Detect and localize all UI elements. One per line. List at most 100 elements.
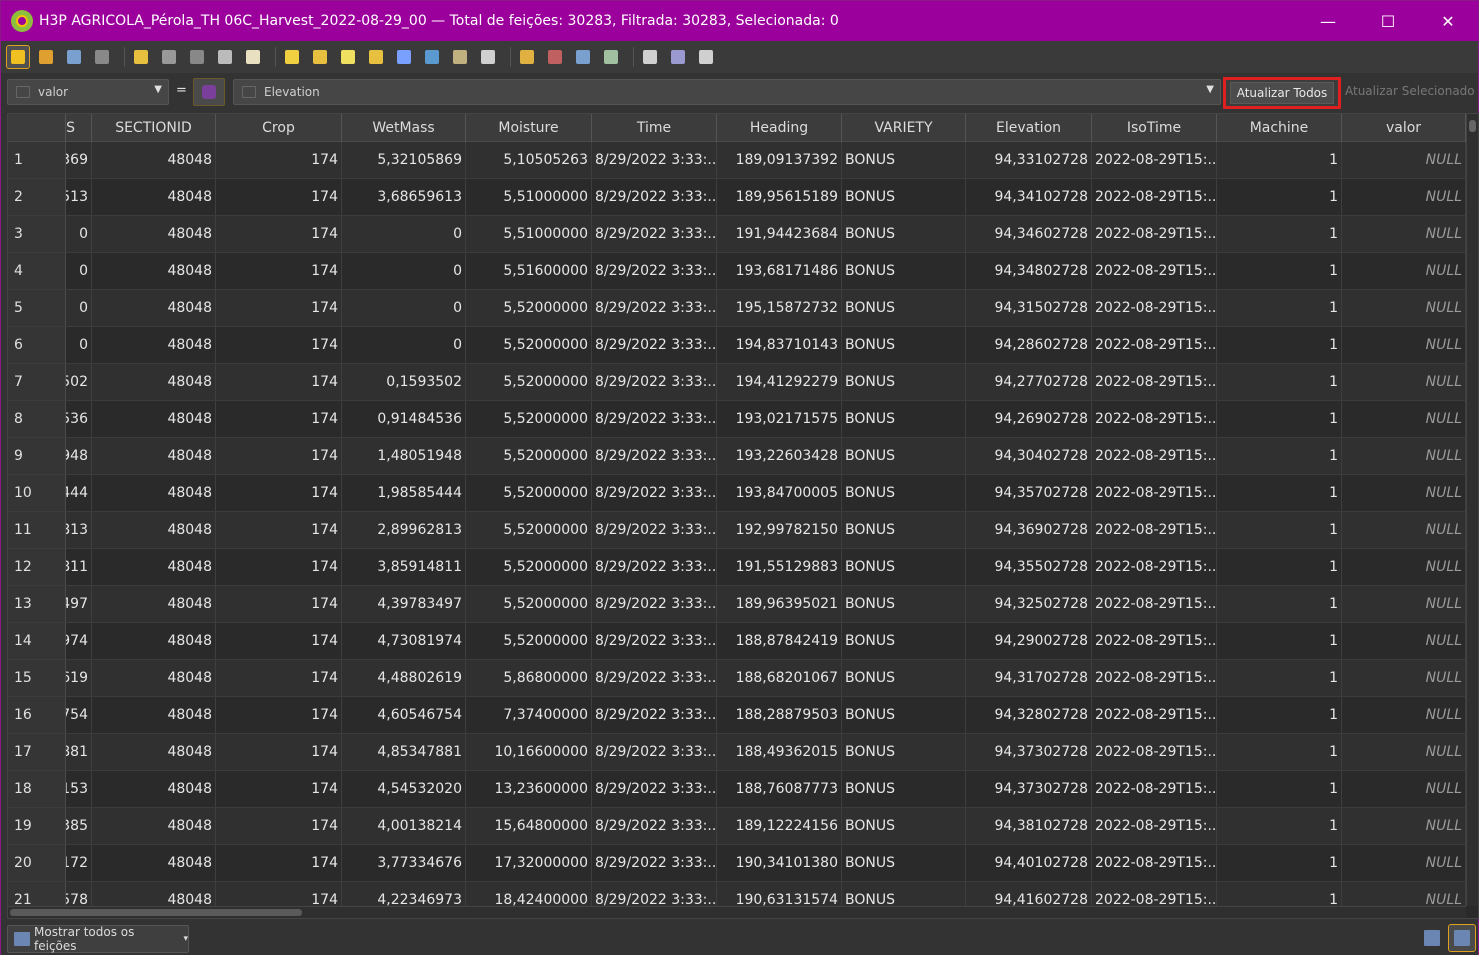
table-row[interactable]: 9948480481741,480519485,520000008/29/202…: [8, 438, 1466, 475]
select-all-button[interactable]: [309, 46, 331, 68]
table-cell-wetmass[interactable]: 3,77334676: [342, 845, 466, 881]
table-cell-valor[interactable]: NULL: [1342, 475, 1466, 511]
invert-selection-button[interactable]: [337, 46, 359, 68]
table-row[interactable]: 14974480481744,730819745,520000008/29/20…: [8, 623, 1466, 660]
pan-to-selection-button[interactable]: [449, 46, 471, 68]
column-header-moisture[interactable]: Moisture: [466, 114, 592, 142]
minimize-button[interactable]: —: [1298, 1, 1358, 41]
row-number[interactable]: 11: [8, 512, 66, 548]
table-cell-sectionid[interactable]: 48048: [92, 512, 216, 548]
table-cell-crop[interactable]: 174: [216, 290, 342, 326]
table-cell-isotime[interactable]: 2022-08-29T15:...: [1092, 586, 1217, 622]
form-view-button[interactable]: [1419, 925, 1445, 951]
show-all-features-button[interactable]: Mostrar todos os feições ▾: [7, 925, 189, 953]
copy-button[interactable]: [214, 46, 236, 68]
field-select-combo[interactable]: valor ▼: [7, 79, 169, 105]
table-cell-variety[interactable]: BONUS: [842, 401, 966, 437]
table-cell-variety[interactable]: BONUS: [842, 327, 966, 363]
column-header-sectionid[interactable]: SECTIONID: [92, 114, 216, 142]
table-cell-elevation[interactable]: 94,32502728: [966, 586, 1092, 622]
table-cell-heading[interactable]: 193,02171575: [717, 401, 842, 437]
table-cell-variety[interactable]: BONUS: [842, 142, 966, 178]
table-cell-time[interactable]: 8/29/2022 3:33:...: [592, 142, 717, 178]
cut-button[interactable]: [186, 46, 208, 68]
table-cell-time[interactable]: 8/29/2022 3:33:...: [592, 549, 717, 585]
table-cell-isotime[interactable]: 2022-08-29T15:...: [1092, 697, 1217, 733]
table-cell-sectionid[interactable]: 48048: [92, 808, 216, 844]
table-cell-crop[interactable]: 174: [216, 253, 342, 289]
table-cell-wetmass[interactable]: 4,73081974: [342, 623, 466, 659]
table-cell-moisture[interactable]: 5,52000000: [466, 290, 592, 326]
table-cell-wetmass[interactable]: 5,32105869: [342, 142, 466, 178]
table-cell-variety[interactable]: BONUS: [842, 253, 966, 289]
table-cell-variety[interactable]: BONUS: [842, 216, 966, 252]
table-cell-time[interactable]: 8/29/2022 3:33:...: [592, 290, 717, 326]
delete-feature-button[interactable]: [158, 46, 180, 68]
table-cell-isotime[interactable]: 2022-08-29T15:...: [1092, 771, 1217, 807]
table-cell-time[interactable]: 8/29/2022 3:33:...: [592, 401, 717, 437]
table-cell-elevation[interactable]: 94,35502728: [966, 549, 1092, 585]
table-cell-elevation[interactable]: 94,33102728: [966, 142, 1092, 178]
table-cell-valor[interactable]: NULL: [1342, 808, 1466, 844]
table-cell-s[interactable]: 513: [66, 179, 92, 215]
row-number[interactable]: 19: [8, 808, 66, 844]
table-row[interactable]: 2513480481743,686596135,510000008/29/202…: [8, 179, 1466, 216]
table-row[interactable]: 1369480481745,321058695,105052638/29/202…: [8, 142, 1466, 179]
table-cell-heading[interactable]: 192,99782150: [717, 512, 842, 548]
table-cell-moisture[interactable]: 5,51600000: [466, 253, 592, 289]
row-number[interactable]: 7: [8, 364, 66, 400]
table-cell-machine[interactable]: 1: [1217, 808, 1342, 844]
table-cell-valor[interactable]: NULL: [1342, 845, 1466, 881]
table-cell-wetmass[interactable]: 0: [342, 253, 466, 289]
table-cell-moisture[interactable]: 5,51000000: [466, 179, 592, 215]
table-cell-elevation[interactable]: 94,36902728: [966, 512, 1092, 548]
table-row[interactable]: 4 0 48048 174 0 5,51600000 8/29/2022 3:33:... 1…: [8, 253, 1466, 290]
table-cell-wetmass[interactable]: 4,54532020: [342, 771, 466, 807]
table-cell-sectionid[interactable]: 48048: [92, 253, 216, 289]
table-cell-machine[interactable]: 1: [1217, 623, 1342, 659]
table-cell-valor[interactable]: NULL: [1342, 734, 1466, 770]
table-cell-variety[interactable]: BONUS: [842, 290, 966, 326]
table-cell-crop[interactable]: 174: [216, 364, 342, 400]
column-header-machine[interactable]: Machine: [1217, 114, 1342, 142]
column-header-valor[interactable]: valor: [1342, 114, 1466, 142]
table-cell-wetmass[interactable]: 4,00138214: [342, 808, 466, 844]
vertical-scrollbar[interactable]: [1466, 114, 1478, 906]
row-number[interactable]: 20: [8, 845, 66, 881]
table-cell-wetmass[interactable]: 1,98585444: [342, 475, 466, 511]
table-cell-moisture[interactable]: 5,52000000: [466, 327, 592, 363]
table-cell-s[interactable]: 385: [66, 808, 92, 844]
table-cell-isotime[interactable]: 2022-08-29T15:...: [1092, 142, 1217, 178]
table-cell-isotime[interactable]: 2022-08-29T15:...: [1092, 475, 1217, 511]
table-row[interactable]: 13497480481744,397834975,520000008/29/20…: [8, 586, 1466, 623]
table-cell-s[interactable]: 948: [66, 438, 92, 474]
table-cell-variety[interactable]: BONUS: [842, 586, 966, 622]
table-row[interactable]: 6 0 48048 174 0 5,52000000 8/29/2022 3:33:... 1…: [8, 327, 1466, 364]
table-cell-sectionid[interactable]: 48048: [92, 845, 216, 881]
table-cell-isotime[interactable]: 2022-08-29T15:...: [1092, 734, 1217, 770]
table-cell-s[interactable]: 172: [66, 845, 92, 881]
expression-select-button[interactable]: [281, 46, 303, 68]
table-cell-isotime[interactable]: 2022-08-29T15:...: [1092, 845, 1217, 881]
table-cell-sectionid[interactable]: 48048: [92, 438, 216, 474]
table-cell-variety[interactable]: BONUS: [842, 179, 966, 215]
table-cell-elevation[interactable]: 94,29002728: [966, 623, 1092, 659]
table-cell-crop[interactable]: 174: [216, 808, 342, 844]
table-cell-machine[interactable]: 1: [1217, 845, 1342, 881]
table-cell-variety[interactable]: BONUS: [842, 734, 966, 770]
table-cell-s[interactable]: 153: [66, 771, 92, 807]
table-cell-isotime[interactable]: 2022-08-29T15:...: [1092, 438, 1217, 474]
table-cell-time[interactable]: 8/29/2022 3:33:...: [592, 253, 717, 289]
table-cell-wetmass[interactable]: 0: [342, 216, 466, 252]
table-cell-variety[interactable]: BONUS: [842, 512, 966, 548]
table-cell-machine[interactable]: 1: [1217, 401, 1342, 437]
table-cell-wetmass[interactable]: 0: [342, 290, 466, 326]
table-cell-crop[interactable]: 174: [216, 327, 342, 363]
row-number[interactable]: 10: [8, 475, 66, 511]
table-cell-heading[interactable]: 193,84700005: [717, 475, 842, 511]
table-cell-crop[interactable]: 174: [216, 142, 342, 178]
row-number[interactable]: 9: [8, 438, 66, 474]
table-cell-sectionid[interactable]: 48048: [92, 142, 216, 178]
table-row[interactable]: 12811480481743,859148115,520000008/29/20…: [8, 549, 1466, 586]
table-cell-variety[interactable]: BONUS: [842, 364, 966, 400]
